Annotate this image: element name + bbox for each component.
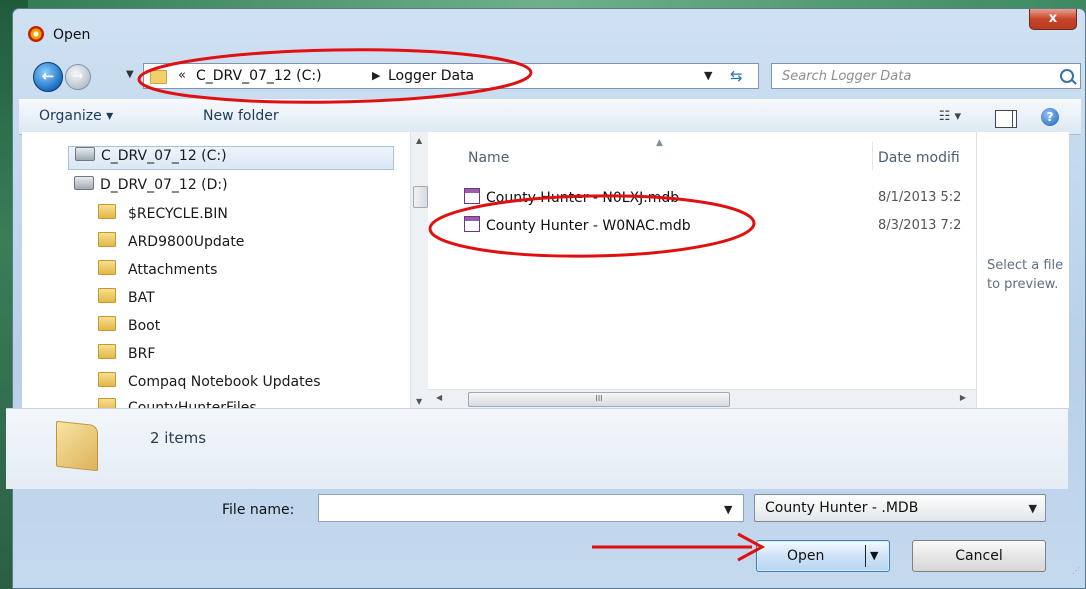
tree-item-d-drive[interactable]: D_DRV_07_12 (D:) (74, 176, 228, 200)
resize-grip-icon[interactable]: ⋰ (1072, 566, 1080, 575)
drive-icon (74, 176, 94, 190)
folder-icon (98, 232, 116, 247)
organize-button[interactable]: Organize ▾ (39, 108, 113, 124)
folder-icon (98, 316, 116, 331)
folder-icon (98, 204, 116, 219)
tree-item-folder[interactable]: ARD9800Update (98, 232, 244, 256)
file-type-value: County Hunter - .MDB (765, 500, 919, 516)
file-row[interactable]: County Hunter - N0LXJ.mdb (464, 188, 679, 210)
back-button[interactable]: ← (33, 62, 63, 92)
open-button[interactable]: Open ▼ (756, 540, 890, 572)
address-bar[interactable]: « C_DRV_07_12 (C:) ▶ Logger Data ▼ ⇆ (143, 63, 759, 89)
file-list-horizontal-scrollbar[interactable]: ◀ III ▶ (428, 389, 976, 408)
open-button-label: Open (787, 548, 825, 564)
breadcrumb-separator-icon[interactable]: ▶ (372, 69, 380, 82)
file-name-input[interactable] (318, 494, 744, 522)
back-arrow-icon: ← (41, 67, 55, 85)
scroll-left-arrow-icon[interactable]: ◀ (436, 393, 442, 402)
search-box[interactable]: Search Logger Data (771, 63, 1081, 89)
navigation-pane: C_DRV_07_12 (C:) D_DRV_07_12 (D:) $RECYC… (22, 132, 411, 408)
breadcrumb-drive[interactable]: C_DRV_07_12 (C:) (196, 68, 322, 84)
file-name: County Hunter - W0NAC.mdb (486, 218, 691, 234)
window-title: Open (53, 27, 91, 43)
sort-ascending-icon: ▲ (656, 138, 663, 148)
drive-icon (75, 147, 95, 161)
folder-icon (98, 398, 116, 408)
navigation-pane-scrollbar[interactable]: ▲ ▼ (410, 132, 429, 408)
column-divider[interactable] (872, 142, 873, 170)
access-database-file-icon (464, 216, 480, 232)
tree-item-folder[interactable]: BRF (98, 344, 155, 368)
file-type-select[interactable]: County Hunter - .MDB ▼ (754, 494, 1046, 522)
refresh-icon[interactable]: ⇆ (730, 67, 743, 85)
access-database-file-icon (464, 188, 480, 204)
file-list: ▲ Name Date modifi County Hunter - N0LXJ… (428, 132, 976, 408)
scrollbar-thumb[interactable]: III (468, 392, 730, 407)
file-name: County Hunter - N0LXJ.mdb (486, 190, 680, 206)
address-overflow-chevron[interactable]: « (178, 68, 186, 83)
file-row[interactable]: County Hunter - W0NAC.mdb (464, 216, 691, 238)
large-folder-icon (56, 420, 98, 472)
tree-item-folder[interactable]: $RECYCLE.BIN (98, 204, 228, 228)
scroll-up-arrow-icon[interactable]: ▲ (416, 136, 422, 145)
close-button[interactable]: x (1029, 9, 1077, 30)
preview-pane: Select a file to preview. (976, 132, 1069, 408)
forward-arrow-icon: → (72, 69, 84, 84)
search-icon[interactable] (1060, 69, 1074, 83)
recent-pages-dropdown-icon[interactable]: ▼ (126, 69, 134, 80)
help-icon[interactable]: ? (1041, 108, 1059, 126)
scrollbar-thumb[interactable] (413, 186, 428, 208)
folder-icon (150, 70, 167, 84)
folder-icon (98, 288, 116, 303)
folder-icon (98, 344, 116, 359)
title-bar: Open x (13, 9, 1085, 53)
view-options-icon[interactable]: ☷ ▾ (939, 109, 961, 124)
folder-icon (98, 372, 116, 387)
forward-button[interactable]: → (65, 64, 91, 90)
breadcrumb-folder[interactable]: Logger Data (388, 68, 474, 84)
column-header-date-modified[interactable]: Date modifi (878, 150, 960, 166)
file-date-modified: 8/3/2013 7:2 (878, 218, 962, 233)
tree-item-folder[interactable]: BAT (98, 288, 155, 312)
tree-item-folder[interactable]: CountyHunterFiles (98, 398, 257, 408)
app-icon (28, 26, 44, 42)
chevron-down-icon: ▼ (1028, 502, 1037, 515)
preview-message: Select a file to preview. (987, 258, 1064, 292)
cancel-button[interactable]: Cancel (912, 540, 1046, 572)
open-options-dropdown-icon[interactable]: ▼ (870, 549, 878, 562)
tree-item-c-drive[interactable]: C_DRV_07_12 (C:) (68, 146, 394, 170)
tree-item-folder[interactable]: Attachments (98, 260, 217, 284)
search-input[interactable]: Search Logger Data (782, 69, 911, 84)
address-dropdown-icon[interactable]: ▼ (704, 69, 712, 82)
details-pane: 2 items (6, 408, 1068, 489)
scroll-down-arrow-icon[interactable]: ▼ (416, 397, 422, 406)
column-header-name[interactable]: Name (468, 150, 509, 166)
dialog-footer: File name: ▼ County Hunter - .MDB ▼ Open… (0, 488, 1086, 581)
navigation-bar: ← → ▼ « C_DRV_07_12 (C:) ▶ Logger Data ▼… (13, 57, 1085, 92)
command-toolbar: Organize ▾ New folder ☷ ▾ ? (19, 99, 1081, 135)
scroll-right-arrow-icon[interactable]: ▶ (960, 393, 966, 402)
preview-pane-icon[interactable] (995, 110, 1017, 128)
folder-icon (98, 260, 116, 275)
tree-item-folder[interactable]: Compaq Notebook Updates (98, 372, 321, 396)
split-divider (865, 545, 866, 567)
tree-item-folder[interactable]: Boot (98, 316, 160, 340)
file-date-modified: 8/1/2013 5:2 (878, 190, 962, 205)
item-count: 2 items (150, 429, 207, 447)
file-name-label: File name: (222, 502, 295, 518)
new-folder-button[interactable]: New folder (203, 108, 279, 124)
